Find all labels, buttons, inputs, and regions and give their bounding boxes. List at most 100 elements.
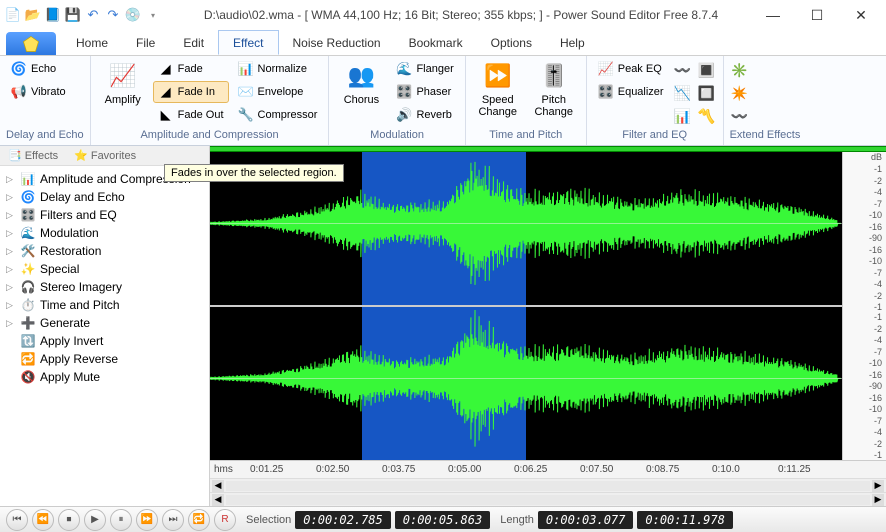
phaser-button[interactable]: 🎛️Phaser bbox=[391, 81, 458, 103]
scroll-right-icon[interactable]: ▶ bbox=[872, 480, 884, 492]
eq-icon: 🎛️ bbox=[598, 84, 614, 100]
transport-rewind-button[interactable]: ⏪ bbox=[32, 509, 54, 531]
db-tick: -7 bbox=[847, 416, 882, 426]
tree-item[interactable]: ▷🌀Delay and Echo bbox=[2, 188, 207, 206]
filter3-icon[interactable]: 📊 bbox=[673, 106, 693, 126]
transport-forward-button[interactable]: ⏩ bbox=[136, 509, 158, 531]
transport-loop-button[interactable]: 🔁 bbox=[188, 509, 210, 531]
envelope-button[interactable]: ✉️Envelope bbox=[233, 81, 323, 103]
save-icon[interactable]: 💾 bbox=[64, 6, 82, 24]
fade-button[interactable]: ◢Fade bbox=[153, 58, 229, 80]
tree-item[interactable]: 🔇Apply Mute bbox=[2, 368, 207, 386]
open-icon[interactable]: 📂 bbox=[24, 6, 42, 24]
chorus-button[interactable]: 👥 Chorus bbox=[335, 58, 387, 108]
db-tick: -4 bbox=[847, 279, 882, 289]
undo-icon[interactable]: ↶ bbox=[84, 6, 102, 24]
transport-record-button[interactable]: R bbox=[214, 509, 236, 531]
fadein-button[interactable]: ◢Fade In bbox=[153, 81, 229, 103]
h-scrollbar[interactable]: ◀ ▶ bbox=[210, 478, 886, 492]
channel-right[interactable] bbox=[210, 305, 842, 460]
filter6-icon[interactable]: 〽️ bbox=[697, 106, 717, 126]
db-tick: -10 bbox=[847, 358, 882, 368]
db-tick: -16 bbox=[847, 222, 882, 232]
pitch-change-button[interactable]: 🎚️ Pitch Change bbox=[528, 58, 580, 120]
cd-icon[interactable]: 💿 bbox=[124, 6, 142, 24]
speed-change-button[interactable]: ⏩ Speed Change bbox=[472, 58, 524, 120]
echo-button[interactable]: 🌀Echo bbox=[6, 58, 71, 80]
equalizer-button[interactable]: 🎛️Equalizer bbox=[593, 81, 669, 103]
reverb-button[interactable]: 🔊Reverb bbox=[391, 104, 458, 126]
tree-icon: 🔁 bbox=[20, 351, 36, 367]
filter1-icon[interactable]: 〰️ bbox=[673, 60, 693, 80]
ext3-icon[interactable]: 〰️ bbox=[730, 106, 750, 126]
tree-label: Apply Invert bbox=[40, 334, 103, 348]
ext2-icon[interactable]: ✴️ bbox=[730, 83, 750, 103]
tree-item[interactable]: ▷🌊Modulation bbox=[2, 224, 207, 242]
tab-options[interactable]: Options bbox=[477, 30, 546, 55]
qat-dropdown-icon[interactable]: ▾ bbox=[144, 6, 162, 24]
transport-pause-button[interactable]: ⏸ bbox=[110, 509, 132, 531]
tree-item[interactable]: ▷⏱️Time and Pitch bbox=[2, 296, 207, 314]
redo-icon[interactable]: ↷ bbox=[104, 6, 122, 24]
zoom-in-icon[interactable]: ▶ bbox=[872, 494, 884, 506]
scroll-track[interactable] bbox=[226, 481, 870, 491]
ext1-icon[interactable]: ✳️ bbox=[730, 60, 750, 80]
tab-bookmark[interactable]: Bookmark bbox=[395, 30, 477, 55]
close-button[interactable]: ✕ bbox=[840, 2, 882, 28]
tab-home[interactable]: Home bbox=[62, 30, 122, 55]
minimize-button[interactable]: — bbox=[752, 2, 794, 28]
tree-label: Special bbox=[40, 262, 79, 276]
tab-effect[interactable]: Effect bbox=[218, 30, 278, 55]
window-title: D:\audio\02.wma - [ WMA 44,100 Hz; 16 Bi… bbox=[166, 8, 748, 22]
sidetab-favorites[interactable]: ⭐ Favorites bbox=[66, 146, 144, 165]
effects-tree: ▷📊Amplitude and Compression▷🌀Delay and E… bbox=[0, 166, 209, 506]
tree-item[interactable]: 🔁Apply Reverse bbox=[2, 350, 207, 368]
flanger-button[interactable]: 🌊Flanger bbox=[391, 58, 458, 80]
tree-item[interactable]: ▷✨Special bbox=[2, 260, 207, 278]
scroll-left-icon[interactable]: ◀ bbox=[212, 480, 224, 492]
reverb-label: Reverb bbox=[416, 109, 451, 121]
tab-file[interactable]: File bbox=[122, 30, 169, 55]
new-icon[interactable]: 📄 bbox=[4, 6, 22, 24]
length-selection: 0:00:03.077 bbox=[538, 511, 633, 529]
zoom-track[interactable] bbox=[226, 495, 870, 505]
tree-item[interactable]: ▷🎛️Filters and EQ bbox=[2, 206, 207, 224]
compressor-button[interactable]: 🔧Compressor bbox=[233, 104, 323, 126]
group-modulation: 👥 Chorus 🌊Flanger 🎛️Phaser 🔊Reverb Modul… bbox=[329, 56, 465, 145]
transport-end-button[interactable]: ⏭ bbox=[162, 509, 184, 531]
transport-start-button[interactable]: ⏮ bbox=[6, 509, 28, 531]
zoom-out-icon[interactable]: ◀ bbox=[212, 494, 224, 506]
filter2-icon[interactable]: 📉 bbox=[673, 83, 693, 103]
fadeout-button[interactable]: ◣Fade Out bbox=[153, 104, 229, 126]
filter5-icon[interactable]: 🔲 bbox=[697, 83, 717, 103]
app-badge[interactable] bbox=[6, 32, 56, 55]
tree-icon: 🌀 bbox=[20, 189, 36, 205]
save-alt-icon[interactable]: 📘 bbox=[44, 6, 62, 24]
db-tick: -90 bbox=[847, 233, 882, 243]
transport-play-button[interactable]: ▶ bbox=[84, 509, 106, 531]
tab-help[interactable]: Help bbox=[546, 30, 599, 55]
group-label: Extend Effects bbox=[730, 129, 801, 145]
amplify-button[interactable]: 📈 Amplify bbox=[97, 58, 149, 108]
maximize-button[interactable]: ☐ bbox=[796, 2, 838, 28]
tree-item[interactable]: ▷🛠️Restoration bbox=[2, 242, 207, 260]
tab-noise-reduction[interactable]: Noise Reduction bbox=[279, 30, 395, 55]
tree-item[interactable]: ▷🎧Stereo Imagery bbox=[2, 278, 207, 296]
normalize-button[interactable]: 📊Normalize bbox=[233, 58, 323, 80]
peak-eq-button[interactable]: 📈Peak EQ bbox=[593, 58, 669, 80]
zoom-bar[interactable]: ◀ ▶ bbox=[210, 492, 886, 506]
sidetab-effects[interactable]: 📑 Effects bbox=[0, 146, 66, 165]
pitch-icon: 🎚️ bbox=[538, 60, 570, 92]
filter4-icon[interactable]: 🔳 bbox=[697, 60, 717, 80]
tree-item[interactable]: ▷➕Generate bbox=[2, 314, 207, 332]
time-ruler[interactable]: hms 0:01.250:02.500:03.750:05.000:06.250… bbox=[210, 460, 886, 478]
fadein-icon: ◢ bbox=[158, 84, 174, 100]
tree-icon: 🎧 bbox=[20, 279, 36, 295]
tree-label: Filters and EQ bbox=[40, 208, 117, 222]
db-tick: -7 bbox=[847, 268, 882, 278]
tree-item[interactable]: 🔃Apply Invert bbox=[2, 332, 207, 350]
transport-stop-button[interactable]: ⏹ bbox=[58, 509, 80, 531]
tracks: dB -1-2-4-7-10-16-90-16-10-7-4-2-1 -1-2-… bbox=[210, 152, 886, 460]
vibrato-button[interactable]: 📢Vibrato bbox=[6, 81, 71, 103]
tab-edit[interactable]: Edit bbox=[169, 30, 218, 55]
